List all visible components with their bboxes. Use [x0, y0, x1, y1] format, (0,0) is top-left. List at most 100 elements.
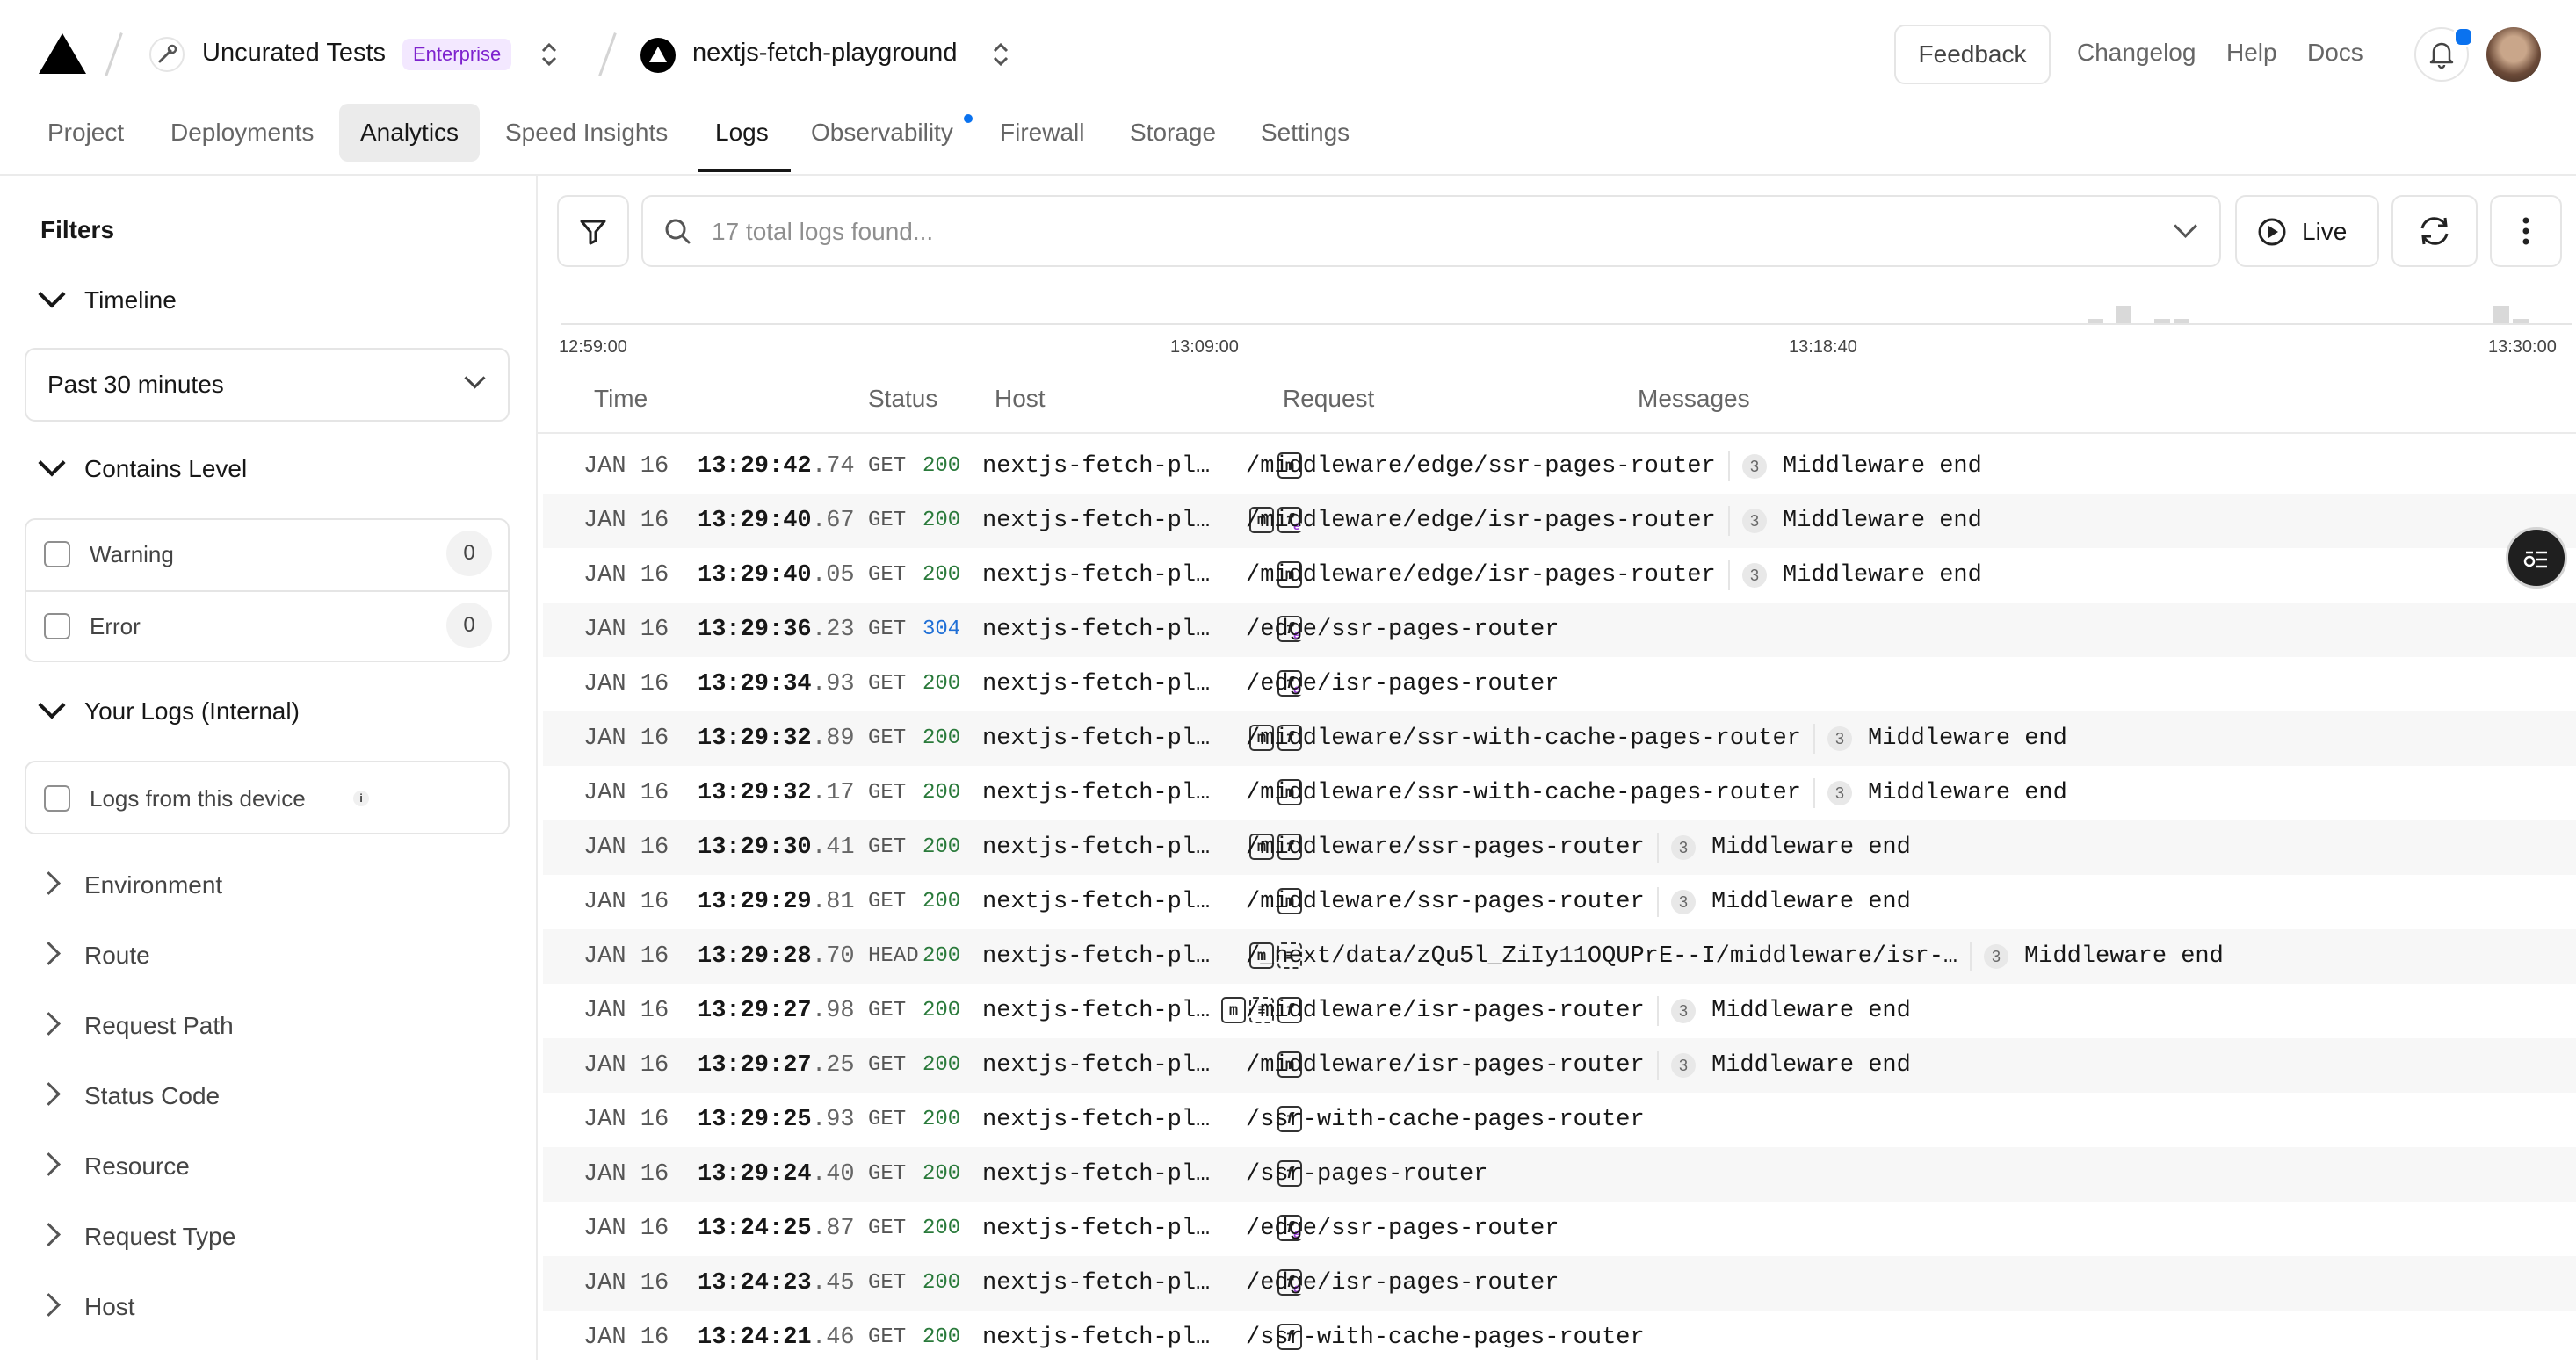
column-header-request[interactable]: Request: [1283, 385, 1374, 413]
logs-from-device-checkbox[interactable]: [44, 785, 70, 812]
live-label: Live: [2302, 218, 2348, 245]
log-row[interactable]: JAN 16 13:24:21.46 GET 200 nextjs-fetch-pl… f…: [543, 1311, 2576, 1365]
histogram-baseline: [561, 323, 2572, 325]
log-method: GET: [868, 726, 907, 750]
timeline-selected-value: Past 30 minutes: [47, 371, 224, 398]
histogram-bar[interactable]: [2154, 319, 2170, 323]
log-row[interactable]: JAN 16 13:29:34.93 GET 200 nextjs-fetch-pl… f…: [543, 657, 2576, 711]
log-host: nextjs-fetch-pl…: [982, 508, 1211, 534]
log-host: nextjs-fetch-pl…: [982, 889, 1211, 915]
log-date: JAN 16: [583, 617, 669, 643]
team-avatar[interactable]: [149, 37, 185, 72]
info-icon[interactable]: i: [353, 791, 369, 806]
log-row[interactable]: JAN 16 13:29:40.67 GET 200 nextjs-fetch-pl… m…: [543, 494, 2576, 548]
tab-analytics[interactable]: Analytics: [339, 104, 481, 162]
column-header-host[interactable]: Host: [995, 385, 1046, 413]
tab-project[interactable]: Project: [26, 104, 145, 162]
more-options-button[interactable]: [2490, 195, 2562, 267]
log-row[interactable]: JAN 16 13:29:40.05 GET 200 nextjs-fetch-pl… m…: [543, 548, 2576, 603]
log-host: nextjs-fetch-pl…: [982, 1270, 1211, 1296]
log-date: JAN 16: [583, 508, 669, 534]
log-status-code: 200: [923, 890, 961, 914]
timeline-select[interactable]: Past 30 minutes: [25, 348, 510, 422]
histogram-bar[interactable]: [2116, 306, 2131, 323]
tab-logs[interactable]: Logs: [694, 104, 790, 162]
log-search-input[interactable]: 17 total logs found...: [641, 195, 2221, 267]
log-request-path: /middleware/ssr-pages-router: [1246, 889, 1645, 915]
log-request-path: /ssr-with-cache-pages-router: [1246, 1325, 1645, 1351]
log-date: JAN 16: [583, 780, 669, 806]
tab-firewall[interactable]: Firewall: [979, 104, 1105, 162]
chevron-down-icon: [38, 280, 66, 308]
refresh-button[interactable]: [2391, 195, 2478, 267]
log-row[interactable]: JAN 16 13:29:27.25 GET 200 nextjs-fetch-pl… m…: [543, 1038, 2576, 1093]
log-row[interactable]: JAN 16 13:29:32.17 GET 200 nextjs-fetch-pl… m…: [543, 766, 2576, 820]
team-switcher-chevrons-icon[interactable]: [538, 39, 561, 70]
docs-link[interactable]: Docs: [2307, 39, 2363, 67]
histogram-bar[interactable]: [2493, 306, 2509, 323]
log-method: GET: [868, 1325, 907, 1349]
vercel-logo-icon[interactable]: [39, 33, 86, 74]
log-time-fraction: .98: [812, 998, 855, 1024]
log-time-fraction: .41: [812, 834, 855, 861]
tab-speed-insights[interactable]: Speed Insights: [484, 104, 689, 162]
histogram-bar[interactable]: [2513, 319, 2529, 323]
log-row[interactable]: JAN 16 13:24:25.87 GET 200 nextjs-fetch-pl… f…: [543, 1202, 2576, 1256]
chevron-down-icon: [38, 449, 66, 477]
tab-storage[interactable]: Storage: [1109, 104, 1237, 162]
log-row[interactable]: JAN 16 13:24:23.45 GET 200 nextjs-fetch-pl… f…: [543, 1256, 2576, 1311]
log-host: nextjs-fetch-pl…: [982, 617, 1211, 643]
level-option-error[interactable]: Error 0: [26, 592, 508, 662]
project-switcher-chevrons-icon[interactable]: [989, 39, 1012, 70]
log-row[interactable]: JAN 16 13:29:36.23 GET 304 nextjs-fetch-pl… f…: [543, 603, 2576, 657]
tab-observability[interactable]: Observability: [790, 104, 974, 162]
log-status-code: 200: [923, 563, 961, 587]
log-method: GET: [868, 563, 907, 587]
tab-deployments[interactable]: Deployments: [149, 104, 335, 162]
histogram-bar[interactable]: [2174, 319, 2189, 323]
warning-checkbox[interactable]: [44, 541, 70, 567]
log-status-code: 200: [923, 1108, 961, 1131]
filter-toggle-button[interactable]: [557, 195, 629, 267]
log-status-code: 200: [923, 1053, 961, 1077]
column-header-time[interactable]: Time: [594, 385, 648, 413]
tab-settings[interactable]: Settings: [1240, 104, 1371, 162]
log-method: GET: [868, 618, 907, 641]
log-row[interactable]: JAN 16 13:29:30.41 GET 200 nextjs-fetch-pl… m…: [543, 820, 2576, 875]
user-avatar[interactable]: [2486, 27, 2541, 82]
project-logo-icon[interactable]: [640, 37, 677, 74]
log-method: GET: [868, 1217, 907, 1240]
log-time-fraction: .74: [812, 453, 855, 480]
feedback-button[interactable]: Feedback: [1894, 25, 2051, 84]
log-row[interactable]: JAN 16 13:29:28.70 HEAD 200 nextjs-fetch-pl……: [543, 929, 2576, 984]
column-header-status[interactable]: Status: [868, 385, 937, 413]
changelog-link[interactable]: Changelog: [2077, 39, 2196, 67]
log-row[interactable]: JAN 16 13:29:24.40 GET 200 nextjs-fetch-pl… f…: [543, 1147, 2576, 1202]
log-status-code: 200: [923, 1162, 961, 1186]
level-option-warning[interactable]: Warning 0: [26, 520, 508, 592]
log-request-path: /edge/isr-pages-router: [1246, 671, 1559, 697]
log-row[interactable]: JAN 16 13:29:29.81 GET 200 nextjs-fetch-pl… m…: [543, 875, 2576, 929]
log-message: Middleware end: [1783, 508, 1982, 534]
team-name[interactable]: Uncurated Tests: [202, 39, 386, 68]
log-row[interactable]: JAN 16 13:29:27.98 GET 200 nextjs-fetch-pl… m…: [543, 984, 2576, 1038]
funnel-icon: [580, 220, 606, 245]
log-row[interactable]: JAN 16 13:29:25.93 GET 200 nextjs-fetch-pl… f…: [543, 1093, 2576, 1147]
log-message: Middleware end: [1783, 453, 1982, 480]
chevron-down-icon[interactable]: [2174, 214, 2197, 238]
notification-dot: [2453, 26, 2474, 47]
column-separator: [1728, 451, 1730, 481]
message-count-badge: 3: [1742, 454, 1767, 479]
column-header-messages[interactable]: Messages: [1638, 385, 1750, 413]
histogram-bar[interactable]: [2088, 319, 2103, 323]
error-checkbox[interactable]: [44, 613, 70, 639]
log-row[interactable]: JAN 16 13:29:32.89 GET 200 nextjs-fetch-pl… m…: [543, 711, 2576, 766]
logs-from-device-option[interactable]: Logs from this device i: [25, 761, 510, 834]
live-button[interactable]: Live: [2235, 195, 2379, 267]
log-details-fab[interactable]: [2506, 527, 2567, 589]
help-link[interactable]: Help: [2226, 39, 2277, 67]
log-request-path: /middleware/isr-pages-router: [1246, 1052, 1645, 1079]
project-name[interactable]: nextjs-fetch-playground: [692, 39, 957, 68]
log-request-path: /middleware/edge/isr-pages-router: [1246, 508, 1716, 534]
log-row[interactable]: JAN 16 13:29:42.74 GET 200 nextjs-fetch-pl… m…: [543, 439, 2576, 494]
